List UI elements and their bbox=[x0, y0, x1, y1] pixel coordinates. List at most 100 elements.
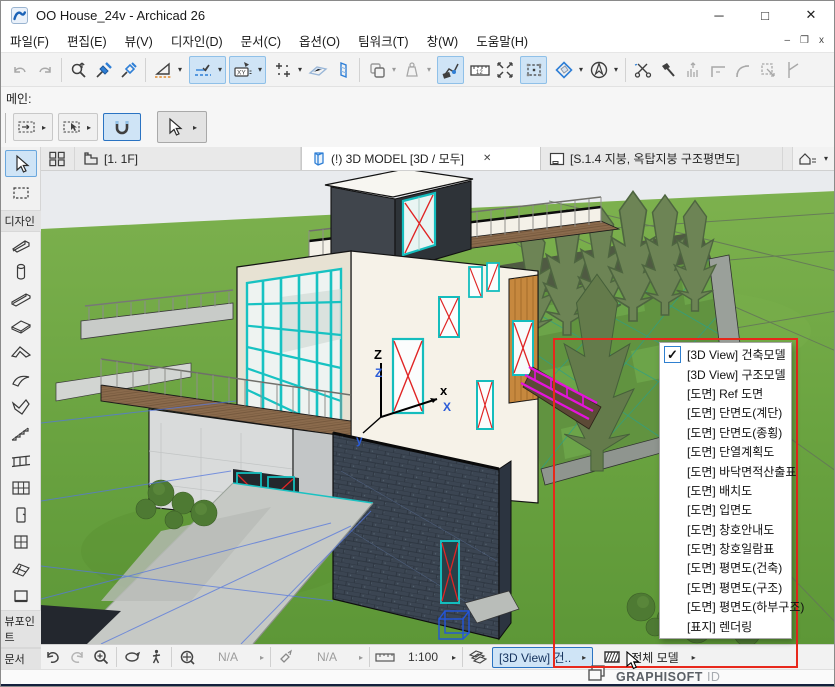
menu-edit[interactable]: 편집(E) bbox=[58, 29, 116, 52]
measure-icon[interactable]: 12 bbox=[467, 57, 492, 83]
menu-file[interactable]: 파일(F) bbox=[1, 29, 58, 52]
adjust-icon[interactable] bbox=[655, 57, 680, 83]
doc-minimize-button[interactable]: – bbox=[784, 35, 790, 46]
fillet-icon[interactable] bbox=[730, 57, 755, 83]
marquee-options-button[interactable]: ▸ bbox=[13, 113, 53, 141]
stair-tool[interactable] bbox=[5, 421, 37, 448]
back-icon[interactable] bbox=[41, 646, 65, 668]
tab-floor-plan[interactable]: [1. 1F] bbox=[75, 147, 301, 170]
zoom-caret-icon[interactable]: ▸ bbox=[257, 653, 267, 662]
scale-ruler-icon[interactable] bbox=[373, 646, 397, 668]
menu-document[interactable]: 문서(C) bbox=[232, 29, 290, 52]
layers-icon[interactable] bbox=[466, 646, 490, 668]
menu-options[interactable]: 옵션(O) bbox=[290, 29, 349, 52]
door-tool[interactable] bbox=[5, 502, 37, 529]
grid-snap-icon[interactable] bbox=[270, 57, 295, 83]
dropdown-item[interactable]: [도면] 창호일람표 bbox=[660, 539, 791, 558]
scale-caret-icon[interactable]: ▸ bbox=[449, 653, 459, 662]
snap-guides-icon[interactable] bbox=[190, 57, 215, 83]
guide-lines-icon[interactable] bbox=[150, 57, 175, 83]
dropdown-item[interactable]: [도면] 평면도(하부구조) bbox=[660, 597, 791, 616]
dropdown-item[interactable]: [도면] 단열계획도 bbox=[660, 442, 791, 461]
pen-set-icon[interactable] bbox=[274, 646, 298, 668]
selection-options-button[interactable]: ▸ bbox=[58, 113, 98, 141]
pen-caret-icon[interactable]: ▸ bbox=[356, 653, 366, 662]
guide-lines-caret-icon[interactable]: ▾ bbox=[175, 65, 185, 74]
dropdown-item[interactable]: [도면] 입면도 bbox=[660, 500, 791, 519]
select-tool[interactable] bbox=[5, 150, 37, 177]
virtual-trace-icon[interactable] bbox=[330, 57, 355, 83]
marquee-selection-icon[interactable] bbox=[521, 57, 546, 83]
wall-tool[interactable] bbox=[5, 232, 37, 259]
opening-tool[interactable] bbox=[5, 583, 37, 610]
dropdown-item[interactable]: [도면] 창호안내도 bbox=[660, 520, 791, 539]
model-filter-button[interactable]: 전체 모델 ▸ bbox=[603, 649, 699, 666]
orbit-icon[interactable] bbox=[120, 646, 144, 668]
frame-copy-icon[interactable] bbox=[364, 57, 389, 83]
snap-points-icon[interactable] bbox=[438, 57, 463, 83]
curtain-wall-tool[interactable] bbox=[5, 475, 37, 502]
frame-copy-caret-icon[interactable]: ▾ bbox=[389, 65, 399, 74]
dropdown-item[interactable]: [도면] 단면도(종횡) bbox=[660, 423, 791, 442]
zoom-to-selection-icon[interactable] bbox=[66, 57, 91, 83]
graphisoft-id[interactable]: ID bbox=[707, 670, 721, 684]
split-icon[interactable] bbox=[630, 57, 655, 83]
morph-tool[interactable] bbox=[5, 394, 37, 421]
grid-snap-caret-icon[interactable]: ▾ bbox=[295, 65, 305, 74]
maximize-button[interactable]: □ bbox=[742, 1, 788, 29]
roof-tool[interactable] bbox=[5, 340, 37, 367]
zoom-value[interactable]: N/A bbox=[199, 650, 257, 664]
graphisoft-brand[interactable]: GRAPHISOFT bbox=[616, 670, 703, 684]
view-selector-button[interactable]: [3D View] 건.. ▸ bbox=[492, 647, 593, 668]
shell-tool[interactable] bbox=[5, 367, 37, 394]
intersect-icon[interactable] bbox=[780, 57, 805, 83]
gravity-caret-icon[interactable]: ▾ bbox=[424, 65, 434, 74]
north-caret-icon[interactable]: ▾ bbox=[611, 65, 621, 74]
gravity-icon[interactable] bbox=[399, 57, 424, 83]
dropdown-item[interactable]: [표지] 렌더링 bbox=[660, 616, 791, 635]
inject-parameters-icon[interactable] bbox=[116, 57, 141, 83]
dropdown-item[interactable]: [도면] 바닥면적산출표 bbox=[660, 461, 791, 480]
doc-restore-button[interactable]: ❐ bbox=[800, 35, 809, 46]
palette-grip[interactable] bbox=[5, 113, 6, 143]
fit-in-window-icon[interactable] bbox=[175, 646, 199, 668]
menu-help[interactable]: 도움말(H) bbox=[467, 29, 537, 52]
menu-view[interactable]: 뷰(V) bbox=[116, 29, 162, 52]
menu-teamwork[interactable]: 팀워크(T) bbox=[349, 29, 417, 52]
skylight-tool[interactable] bbox=[5, 556, 37, 583]
dropdown-item[interactable]: [도면] Ref 도면 bbox=[660, 384, 791, 403]
menu-window[interactable]: 창(W) bbox=[418, 29, 468, 52]
trim-corner-icon[interactable] bbox=[705, 57, 730, 83]
dropdown-item[interactable]: ✓ [3D View] 건축모델 bbox=[660, 345, 791, 364]
menu-design[interactable]: 디자인(D) bbox=[162, 29, 232, 52]
quick-layout-button[interactable] bbox=[41, 147, 75, 170]
pick-up-parameters-icon[interactable] bbox=[91, 57, 116, 83]
tab-3d-model[interactable]: (!) 3D MODEL [3D / 모두] ✕ bbox=[301, 147, 541, 170]
align-icon[interactable] bbox=[680, 57, 705, 83]
walk-icon[interactable] bbox=[144, 646, 168, 668]
coordinates-input-icon[interactable]: XY bbox=[230, 57, 255, 83]
dropdown-item[interactable]: [도면] 단면도(계단) bbox=[660, 403, 791, 422]
set-orientation-icon[interactable] bbox=[551, 57, 576, 83]
doc-close-button[interactable]: x bbox=[819, 35, 824, 46]
undo-icon[interactable] bbox=[7, 57, 32, 83]
marquee-tool[interactable] bbox=[5, 180, 37, 207]
scale-value[interactable]: 1:100 bbox=[397, 650, 449, 664]
column-tool[interactable] bbox=[5, 259, 37, 286]
dropdown-item[interactable]: [도면] 평면도(건축) bbox=[660, 558, 791, 577]
arrow-tool-button[interactable]: ▸ bbox=[157, 111, 207, 143]
resize-icon[interactable] bbox=[755, 57, 780, 83]
tab-close-icon[interactable]: ✕ bbox=[483, 153, 491, 164]
dropdown-item[interactable]: [도면] 평면도(구조) bbox=[660, 578, 791, 597]
close-button[interactable]: ✕ bbox=[788, 1, 834, 29]
minimize-button[interactable]: ─ bbox=[696, 1, 742, 29]
stretch-icon[interactable] bbox=[492, 57, 517, 83]
beam-tool[interactable] bbox=[5, 286, 37, 313]
dropdown-item[interactable]: [3D View] 구조모델 bbox=[660, 364, 791, 383]
coordinates-caret-icon[interactable]: ▾ bbox=[255, 65, 265, 74]
forward-icon[interactable] bbox=[65, 646, 89, 668]
railing-tool[interactable] bbox=[5, 448, 37, 475]
tab-structural-plan[interactable]: [S.1.4 지붕, 옥탑지붕 구조평면도] bbox=[541, 147, 783, 170]
redo-icon[interactable] bbox=[32, 57, 57, 83]
magnet-toggle-button[interactable] bbox=[103, 113, 141, 141]
